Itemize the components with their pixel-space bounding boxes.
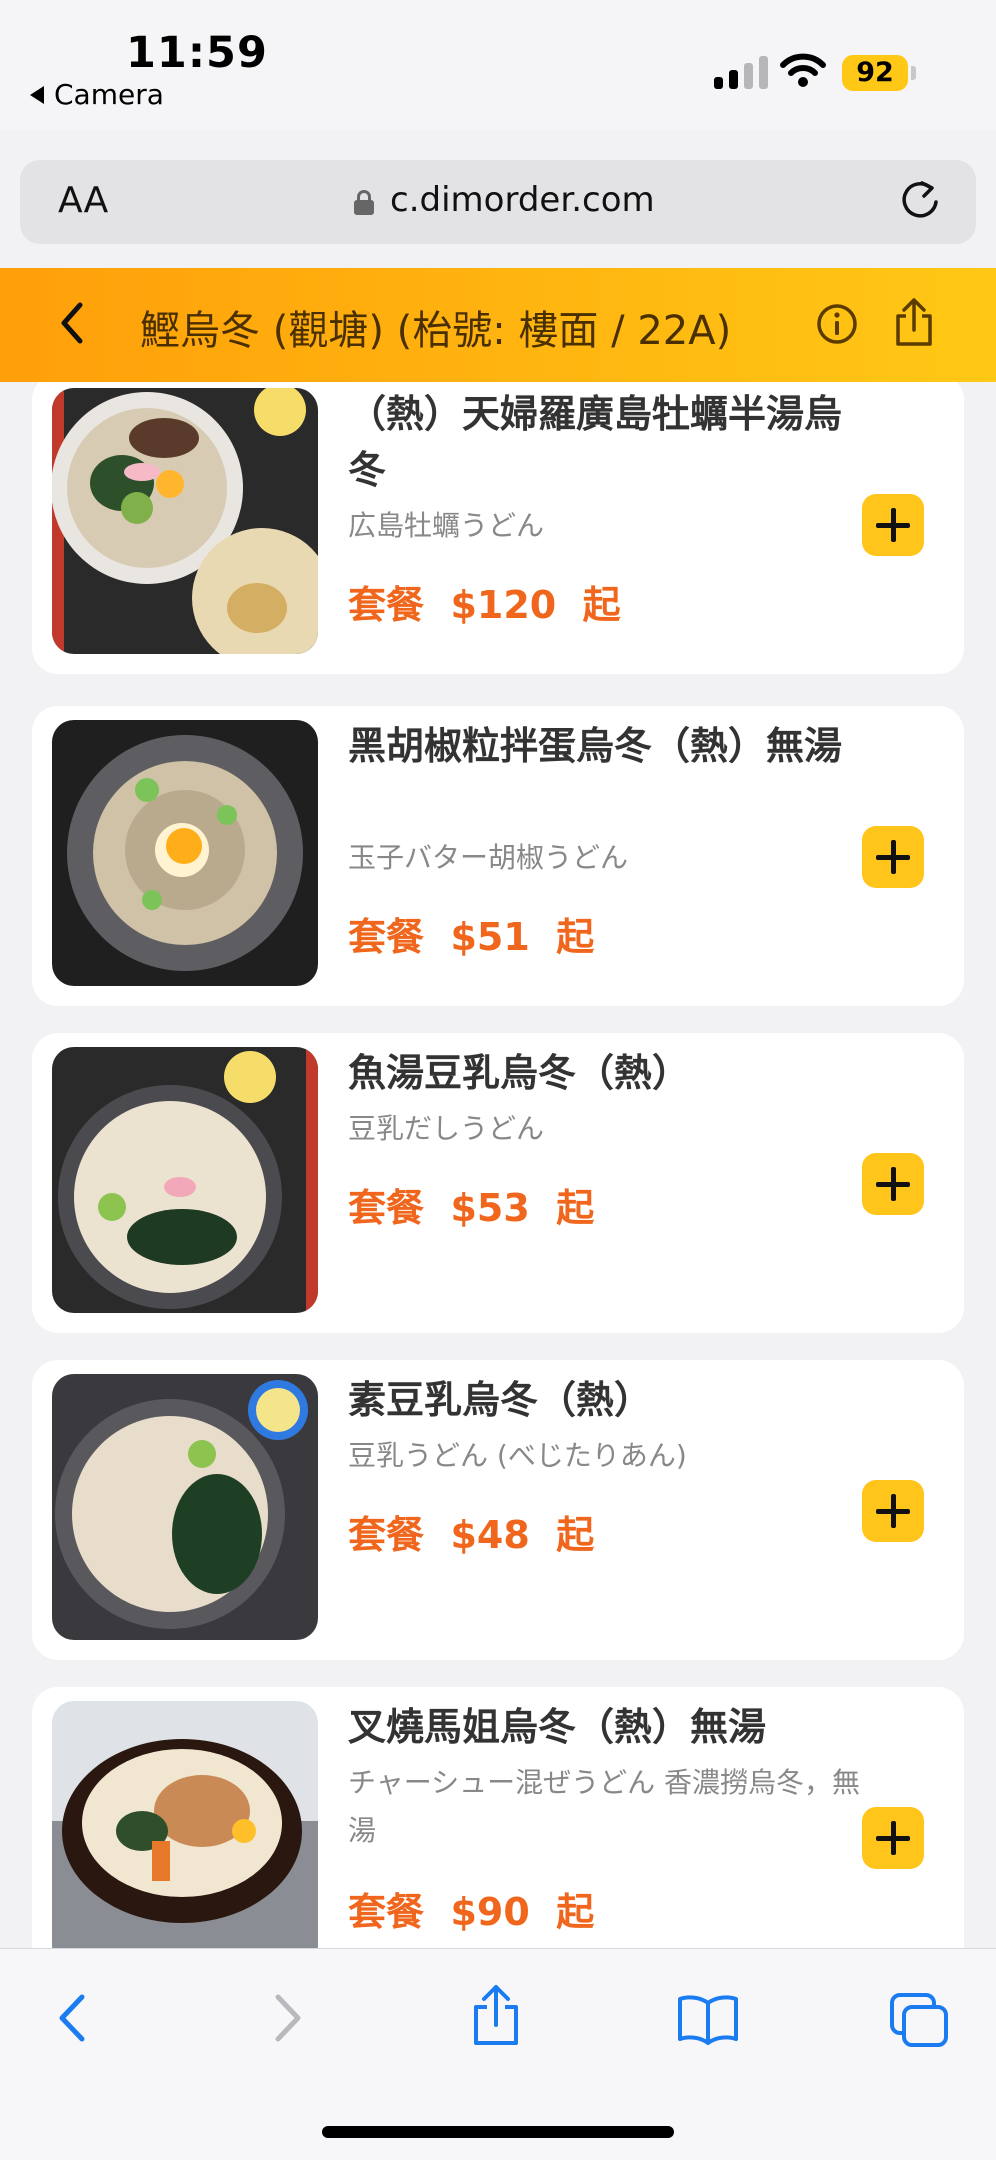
info-icon[interactable] [815,302,859,346]
dish-price: 套餐 $51 起 [348,915,595,959]
share-icon[interactable] [892,296,936,348]
restaurant-header: 鰹烏冬 (觀塘) (枱號: 樓面 / 22A) [0,268,996,382]
add-to-cart-button[interactable] [862,1153,924,1215]
menu-item-card[interactable]: （熱）天婦羅廣島牡蠣半湯烏冬 広島牡蠣うどん 套餐 $120 起 [32,382,964,674]
back-triangle-icon [30,85,44,104]
cellular-signal-icon [714,56,768,89]
add-to-cart-button[interactable] [862,1807,924,1869]
forward-icon[interactable] [270,1991,306,2045]
dish-subtitle: 玉子バター胡椒うどん [348,841,629,874]
dish-photo [52,1701,318,1948]
menu-item-card[interactable]: 素豆乳烏冬（熱） 豆乳うどん (べじたりあん) 套餐 $48 起 [32,1360,964,1660]
dish-photo [52,388,318,654]
dish-price: 套餐 $53 起 [348,1186,595,1230]
add-to-cart-button[interactable] [862,1480,924,1542]
dish-name: 叉燒馬姐烏冬（熱）無湯 [348,1705,767,1749]
dish-photo [52,1374,318,1640]
back-app-label: Camera [54,78,164,111]
url-text[interactable]: c.dimorder.com [390,180,655,220]
menu-item-card[interactable]: 魚湯豆乳烏冬（熱） 豆乳だしうどん 套餐 $53 起 [32,1033,964,1333]
text-size-button[interactable]: AA [58,180,108,221]
safari-screen: 11:59 Camera 92 AA c.dimorder.com 鰹烏冬 (觀… [0,0,996,2160]
back-icon[interactable] [54,1991,90,2045]
back-chevron-icon[interactable] [58,300,86,346]
menu-list: （熱）天婦羅廣島牡蠣半湯烏冬 広島牡蠣うどん 套餐 $120 起 黑胡椒粒拌蛋烏… [0,382,996,1948]
back-to-app-button[interactable]: Camera [30,78,164,111]
dish-name: 黑胡椒粒拌蛋烏冬（熱）無湯 [348,724,843,768]
menu-item-card[interactable]: 黑胡椒粒拌蛋烏冬（熱）無湯 玉子バター胡椒うどん 套餐 $51 起 [32,706,964,1006]
dish-price: 套餐 $90 起 [348,1890,595,1934]
battery-nub [911,66,916,80]
dish-price: 套餐 $48 起 [348,1513,595,1557]
dish-subtitle: 豆乳だしうどん [348,1112,545,1145]
status-bar: 11:59 Camera 92 [0,0,996,130]
text-size-label: AA [58,180,109,221]
battery-icon: 92 [842,55,908,91]
menu-item-card[interactable]: 叉燒馬姐烏冬（熱）無湯 チャーシュー混ぜうどん 香濃撈烏冬，無湯 套餐 $90 … [32,1687,964,1948]
dish-price: 套餐 $120 起 [348,583,621,627]
clock: 11:59 [126,28,268,78]
page-title: 鰹烏冬 (觀塘) (枱號: 樓面 / 22A) [140,308,732,354]
share-icon[interactable] [470,1983,522,2047]
dish-subtitle: チャーシュー混ぜうどん 香濃撈烏冬，無湯 [348,1766,861,1847]
wifi-icon [780,53,826,87]
bookmarks-icon[interactable] [676,1991,740,2045]
tabs-icon[interactable] [888,1991,950,2049]
dish-name: 素豆乳烏冬（熱） [348,1378,653,1422]
add-to-cart-button[interactable] [862,494,924,556]
dish-photo [52,1047,318,1313]
dish-subtitle: 広島牡蠣うどん [348,509,545,542]
dish-name: 魚湯豆乳烏冬（熱） [348,1051,691,1095]
home-indicator [322,2126,674,2138]
reload-icon[interactable] [898,178,944,224]
address-bar[interactable]: AA c.dimorder.com [20,160,976,244]
dish-subtitle: 豆乳うどん (べじたりあん) [348,1439,687,1472]
lock-icon [354,190,374,215]
dish-name: （熱）天婦羅廣島牡蠣半湯烏冬 [348,392,843,492]
dish-photo [52,720,318,986]
add-to-cart-button[interactable] [862,826,924,888]
